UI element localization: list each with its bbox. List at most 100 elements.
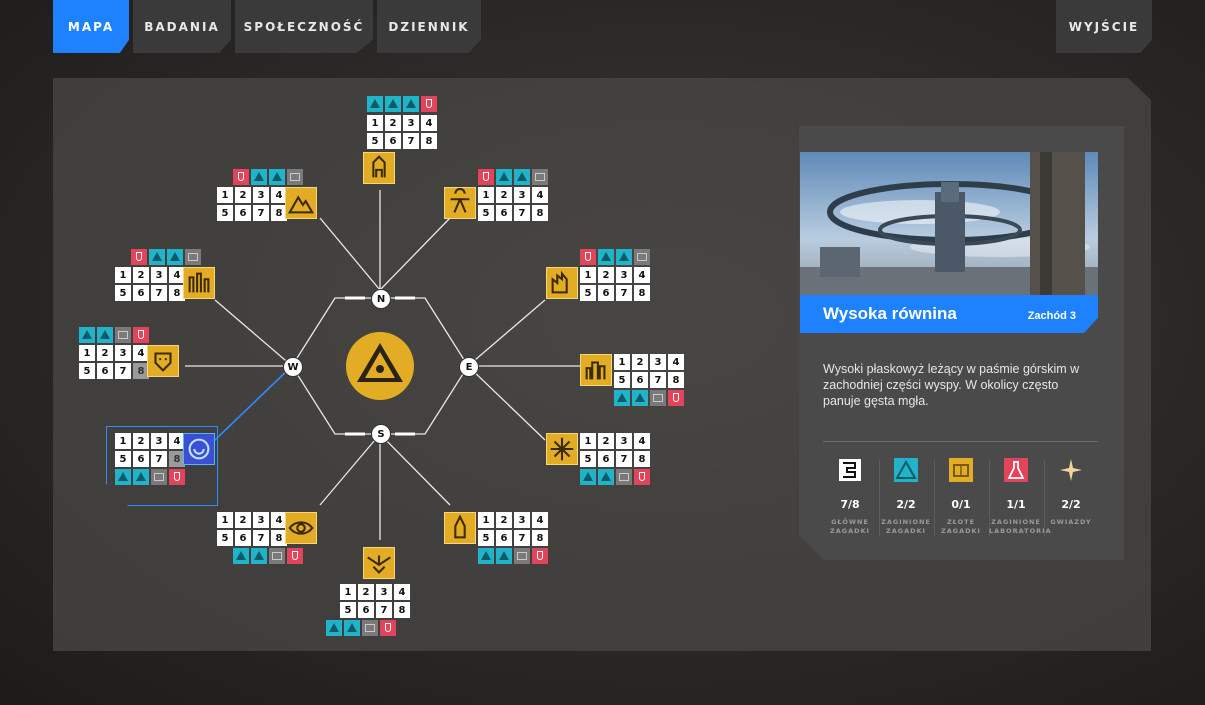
lost-puzzle-badge (385, 96, 401, 112)
lab-badge (668, 390, 684, 406)
stat-label: ZŁOTE ZAGADKI (941, 518, 981, 535)
chest-badge (362, 620, 378, 636)
factory-icon[interactable] (546, 267, 578, 299)
rocket-icon[interactable] (444, 512, 476, 544)
puzzle-grid: 12345678 (478, 187, 548, 221)
lost-puzzle-badge (478, 548, 494, 564)
puzzle-cell: 4 (532, 187, 548, 203)
lost-puzzle-badge (326, 620, 342, 636)
stat-label: GWIAZDY (1050, 518, 1092, 526)
region-description: Wysoki płaskowyż leżący w paśmie górskim… (823, 362, 1080, 408)
mountain-icon[interactable] (285, 187, 317, 219)
chest-badge (185, 249, 201, 265)
puzzle-grid: 12345678 (614, 354, 684, 388)
lost-puzzle-badge (79, 327, 95, 343)
lost-puzzle-badge (496, 169, 512, 185)
collectible-badges (326, 620, 396, 636)
collectible-badges (233, 169, 303, 185)
flask-icon (1004, 458, 1028, 482)
collectible-badges (580, 469, 650, 485)
puzzle-grid: 12345678 (580, 267, 650, 301)
city-icon[interactable] (580, 354, 612, 386)
puzzle-cell: 8 (394, 602, 410, 618)
puzzle-cell: 1 (115, 267, 131, 283)
compass-north[interactable]: N (371, 289, 391, 309)
puzzle-cell: 2 (235, 512, 251, 528)
puzzle-cell: 3 (115, 345, 131, 361)
puzzle-cell: 5 (79, 363, 95, 379)
puzzle-cell: 1 (478, 187, 494, 203)
puzzle-cell: 7 (650, 372, 666, 388)
puzzle-cell: 7 (616, 451, 632, 467)
lost-puzzle-badge (233, 548, 249, 564)
puzzle-cell: 5 (217, 205, 233, 221)
puzzle-cell: 4 (532, 512, 548, 528)
stat-lost-labs: 1/1 ZAGINIONE LABORATORIA (989, 458, 1052, 536)
puzzle-cell: 4 (421, 115, 437, 131)
collectible-badges (233, 548, 303, 564)
sun-icon[interactable] (546, 433, 578, 465)
mask-icon[interactable] (147, 345, 179, 377)
stat-value: 7/8 (840, 498, 860, 511)
puzzle-cell: 3 (650, 354, 666, 370)
compass-south[interactable]: S (371, 424, 391, 444)
lost-puzzle-badge (496, 548, 512, 564)
puzzle-cell: 6 (97, 363, 113, 379)
puzzle-cell: 3 (376, 584, 392, 600)
lost-puzzle-badge (167, 249, 183, 265)
puzzle-cell: 3 (616, 267, 632, 283)
puzzle-cell: 2 (598, 267, 614, 283)
puzzle-cell: 3 (151, 267, 167, 283)
puzzle-cell: 4 (634, 433, 650, 449)
puzzle-grid: 12345678 (580, 433, 650, 467)
puzzle-grid: 12345678 (79, 345, 149, 379)
stat-label: ZAGINIONE LABORATORIA (989, 518, 1052, 535)
lost-puzzle-badge (616, 249, 632, 265)
collectible-badges (580, 249, 650, 265)
lab-badge (478, 169, 494, 185)
lab-badge (131, 249, 147, 265)
puzzle-cell: 7 (253, 530, 269, 546)
chest-badge (532, 169, 548, 185)
tower-icon[interactable] (363, 152, 395, 184)
ruins-icon[interactable] (183, 267, 215, 299)
compass-east[interactable]: E (459, 357, 479, 377)
puzzle-cell: 5 (217, 530, 233, 546)
selected-region-frame (106, 426, 218, 506)
eye-icon[interactable] (285, 512, 317, 544)
region-title: Wysoka równina (823, 304, 957, 323)
puzzle-cell: 7 (253, 205, 269, 221)
puzzle-cell: 7 (514, 530, 530, 546)
puzzle-cell: 5 (340, 602, 356, 618)
puzzle-cell: 4 (394, 584, 410, 600)
lost-puzzle-badge (269, 169, 285, 185)
puzzle-grid: 12345678 (217, 512, 287, 546)
collectible-badges (478, 169, 548, 185)
puzzle-cell: 6 (632, 372, 648, 388)
stat-value: 0/1 (951, 498, 971, 511)
puzzle-cell: 7 (616, 285, 632, 301)
puzzle-cell: 8 (421, 133, 437, 149)
puzzle-grid: 12345678 (340, 584, 410, 618)
bird-icon[interactable] (363, 547, 395, 579)
puzzle-cell: 2 (385, 115, 401, 131)
puzzle-grid: 12345678 (478, 512, 548, 546)
puzzle-cell: 1 (217, 512, 233, 528)
chest-badge (634, 249, 650, 265)
puzzle-cell: 8 (634, 451, 650, 467)
card-divider (823, 441, 1098, 442)
puzzle-grid: 12345678 (115, 267, 185, 301)
puzzle-cell: 5 (478, 530, 494, 546)
lab-badge (133, 327, 149, 343)
lost-puzzle-badge (251, 548, 267, 564)
collectible-badges (478, 548, 548, 564)
lost-puzzle-badge (598, 469, 614, 485)
lost-puzzle-badge (403, 96, 419, 112)
compass-west[interactable]: W (283, 357, 303, 377)
puzzle-cell: 6 (496, 530, 512, 546)
lab-badge (233, 169, 249, 185)
lab-badge (634, 469, 650, 485)
lost-puzzle-badge (514, 169, 530, 185)
satellite-icon[interactable] (444, 187, 476, 219)
stat-lost-puzzles: 2/2 ZAGINIONE ZAGADKI (879, 458, 933, 536)
